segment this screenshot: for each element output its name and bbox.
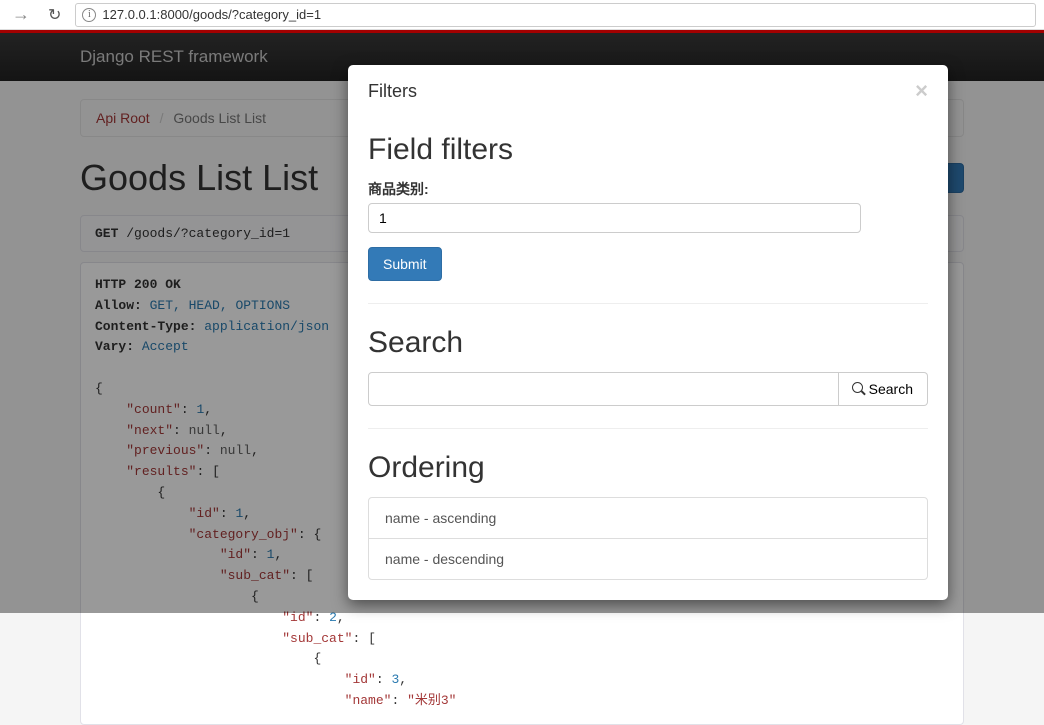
search-button-label: Search	[869, 381, 913, 397]
modal-header: Filters ×	[348, 65, 948, 117]
category-input[interactable]	[368, 203, 861, 233]
modal-title: Filters	[368, 81, 417, 102]
ordering-asc[interactable]: name - ascending	[369, 498, 927, 539]
ordering-desc[interactable]: name - descending	[369, 539, 927, 579]
divider	[368, 303, 928, 304]
field-filters-heading: Field filters	[368, 133, 928, 167]
json-sub2-name: "米别3"	[407, 693, 456, 708]
browser-toolbar: → ↻ i 127.0.0.1:8000/goods/?category_id=…	[0, 0, 1044, 30]
forward-icon[interactable]: →	[8, 2, 34, 27]
search-button[interactable]: Search	[839, 372, 928, 406]
search-heading: Search	[368, 326, 928, 360]
info-icon: i	[82, 8, 96, 22]
divider	[368, 428, 928, 429]
close-icon[interactable]: ×	[915, 80, 928, 102]
submit-button[interactable]: Submit	[368, 247, 442, 281]
search-icon	[853, 383, 865, 395]
reload-icon[interactable]: ↻	[42, 3, 67, 27]
category-label: 商品类别:	[368, 179, 928, 199]
ordering-heading: Ordering	[368, 451, 928, 485]
json-sub2-id: 3	[391, 672, 399, 687]
url-text: 127.0.0.1:8000/goods/?category_id=1	[102, 7, 321, 22]
ordering-list: name - ascending name - descending	[368, 497, 928, 580]
filters-modal: Filters × Field filters 商品类别: Submit Sea…	[348, 65, 948, 600]
search-input[interactable]	[368, 372, 839, 406]
address-bar[interactable]: i 127.0.0.1:8000/goods/?category_id=1	[75, 3, 1036, 27]
